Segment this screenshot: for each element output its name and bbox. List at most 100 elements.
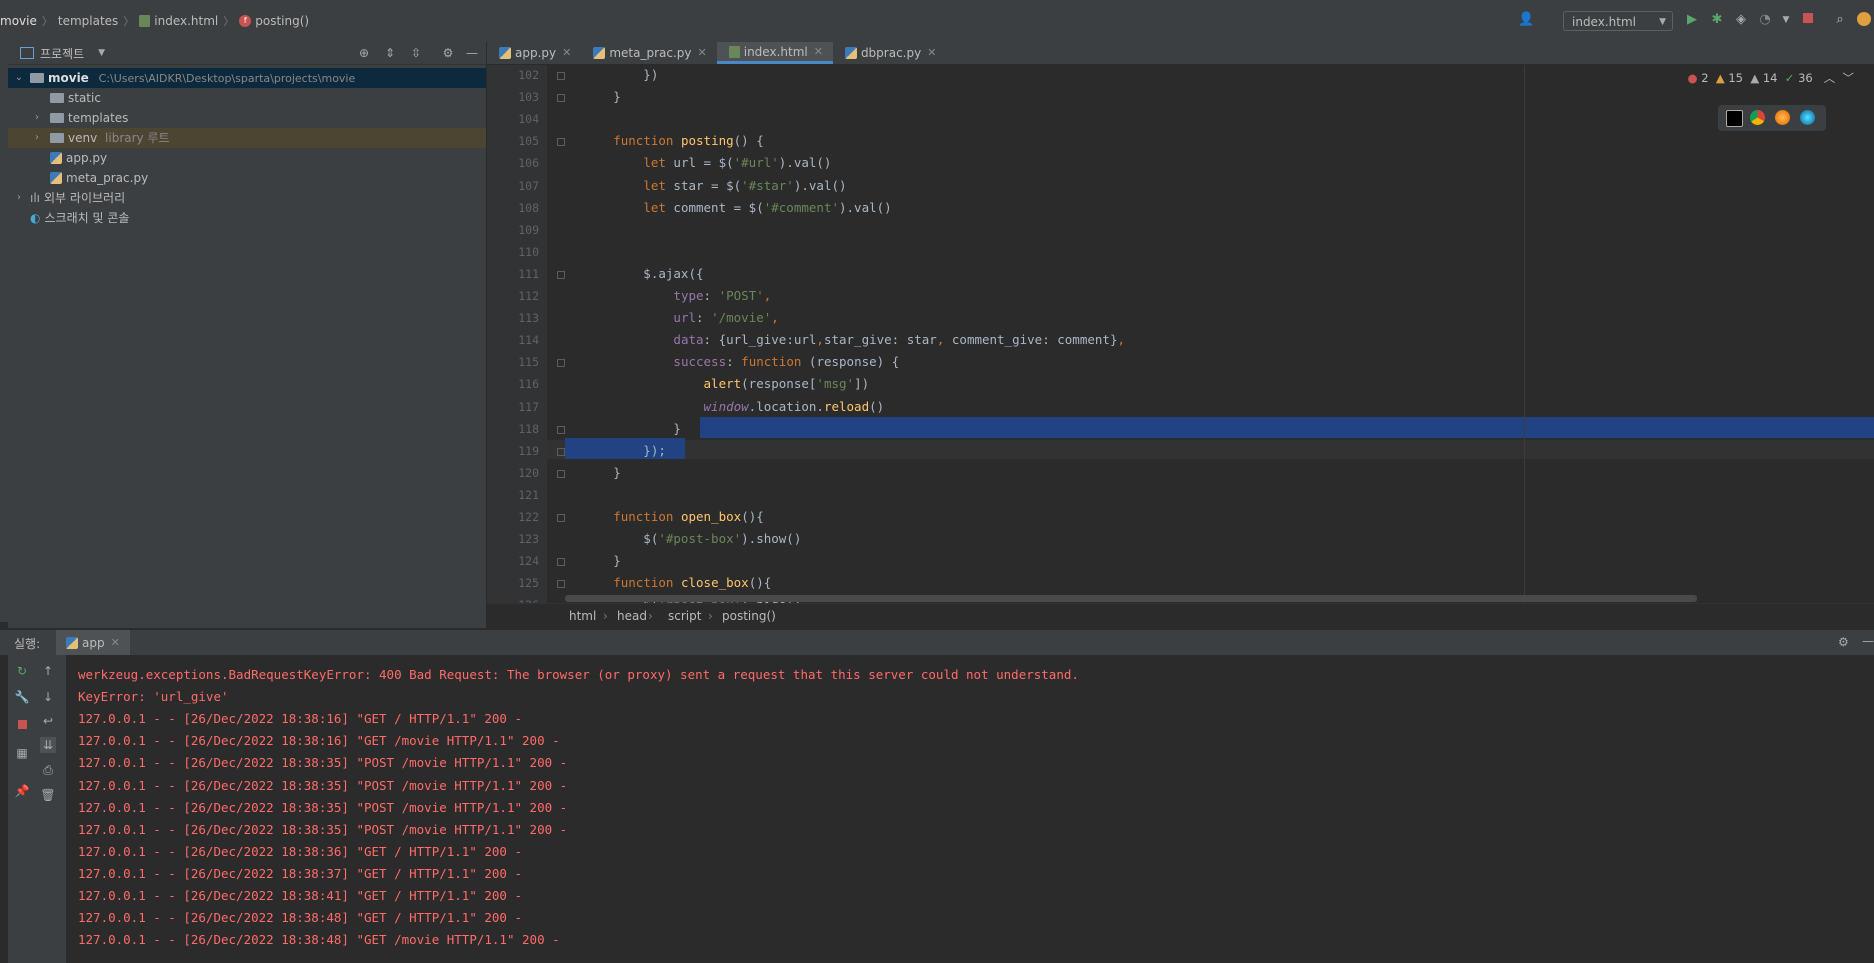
layout-icon[interactable]: ▦	[14, 745, 30, 761]
fold-marker-icon[interactable]	[557, 270, 565, 279]
breadcrumb-templates[interactable]: templates	[58, 14, 118, 28]
tree-item-venv[interactable]: › venv library 루트	[8, 128, 486, 148]
folder-icon	[50, 93, 64, 103]
fold-marker-icon[interactable]	[557, 447, 565, 456]
more-run-icon[interactable]: ▼	[1778, 12, 1794, 28]
fold-marker-icon[interactable]	[557, 425, 565, 434]
breadcrumb-index-html[interactable]: index.html	[154, 14, 218, 28]
crumb-head[interactable]: head	[617, 609, 647, 623]
collapse-all-icon[interactable]: ⇳	[408, 45, 424, 61]
chevron-right-icon[interactable]: ›	[31, 108, 43, 128]
tree-item-movie[interactable]: ⌄ movie C:\Users\AIDKR\Desktop\sparta\pr…	[8, 68, 486, 88]
crumb-script[interactable]: script	[668, 609, 701, 623]
chevron-down-icon[interactable]: ⌄	[13, 68, 25, 88]
run-icon[interactable]: ▶	[1684, 12, 1700, 28]
crumb-posting[interactable]: posting()	[722, 609, 776, 623]
close-icon[interactable]: ✕	[562, 42, 571, 64]
line-number: 114	[518, 333, 539, 348]
user-icon[interactable]: 👤	[1518, 12, 1534, 28]
fold-marker-icon[interactable]	[557, 514, 565, 522]
tree-item-meta-prac-py[interactable]: meta_prac.py	[8, 168, 486, 188]
debug-icon[interactable]: ✱	[1709, 12, 1725, 28]
chrome-icon[interactable]	[1750, 110, 1765, 125]
error-count: 2	[1701, 71, 1709, 85]
tab-app-py[interactable]: app.py ✕	[487, 42, 581, 64]
coverage-icon[interactable]: ◈	[1733, 12, 1749, 28]
locate-icon[interactable]: ⊕	[356, 45, 372, 61]
tree-item-external-libraries[interactable]: › ılı 외부 라이브러리	[8, 188, 486, 208]
pycharm-icon[interactable]	[1726, 110, 1743, 127]
minimize-icon[interactable]: —	[1862, 634, 1874, 648]
tab-index-html[interactable]: index.html ✕	[716, 41, 833, 64]
project-title[interactable]: 프로젝트	[40, 45, 84, 62]
profile-icon[interactable]: ◔	[1757, 12, 1773, 28]
chevron-down-icon[interactable]: ▼	[98, 48, 105, 58]
print-icon[interactable]: ⎙	[40, 762, 56, 778]
code-line: let comment = $('#comment').val()	[643, 199, 892, 215]
close-icon[interactable]: ✕	[814, 41, 823, 63]
chevron-up-icon[interactable]: ︿	[1824, 71, 1836, 85]
fold-marker-icon[interactable]	[557, 359, 565, 368]
tree-item-app-py[interactable]: app.py	[8, 148, 486, 168]
chevron-right-icon[interactable]: ›	[31, 128, 43, 148]
tree-item-scratches[interactable]: ◐ 스크래치 및 콘솔	[8, 208, 486, 228]
chevron-down-icon[interactable]: ﹀	[1843, 71, 1855, 85]
search-icon[interactable]: ⌕	[1832, 12, 1848, 28]
tree-item-static[interactable]: static	[8, 88, 486, 108]
fold-marker-icon[interactable]	[557, 72, 565, 80]
close-icon[interactable]: ✕	[111, 636, 120, 649]
fold-marker-icon[interactable]	[557, 94, 565, 103]
tab-dbprac-py[interactable]: dbprac.py ✕	[833, 42, 947, 64]
right-margin-guide	[1524, 65, 1525, 603]
breadcrumb-posting[interactable]: posting()	[255, 14, 309, 28]
close-icon[interactable]: ✕	[927, 42, 936, 64]
tree-item-templates[interactable]: › templates	[8, 108, 486, 128]
trash-icon[interactable]: 🗑	[40, 787, 56, 803]
expand-all-icon[interactable]: ⇕	[382, 45, 398, 61]
tree-item-label: venv	[68, 131, 98, 145]
fold-marker-icon[interactable]	[557, 558, 565, 567]
pin-icon[interactable]: 📌	[14, 783, 30, 799]
folder-icon	[50, 133, 64, 143]
horizontal-scrollbar[interactable]	[565, 595, 1697, 602]
selection-highlight	[700, 417, 1874, 438]
tab-label: meta_prac.py	[609, 46, 692, 60]
inspection-widget[interactable]: ● 2 ▲ 15 ▲ 14 ✓ 36 ︿ ﹀	[1688, 70, 1855, 86]
function-icon: f	[239, 15, 252, 27]
line-number: 122	[518, 510, 539, 524]
wrench-icon[interactable]: 🔧	[14, 689, 30, 705]
chevron-down-icon: ▼	[1659, 17, 1666, 27]
rerun-icon[interactable]: ↻	[14, 663, 30, 679]
fold-marker-icon[interactable]	[557, 580, 565, 589]
up-arrow-icon[interactable]: ↑	[40, 663, 56, 679]
run-config-select[interactable]: index.html ▼	[1563, 11, 1673, 31]
project-panel: 프로젝트 ▼ ⊕ ⇕ ⇳ ⚙ — ⌄ movie C:\Users\AIDKR\…	[8, 42, 487, 628]
breadcrumb-movie[interactable]: movie	[0, 14, 37, 28]
soft-wrap-icon[interactable]: ↩	[40, 713, 56, 729]
tab-meta-prac-py[interactable]: meta_prac.py ✕	[581, 42, 716, 64]
close-icon[interactable]: ✕	[698, 42, 707, 64]
python-file-icon	[593, 47, 606, 59]
code-editor[interactable]: }) } function posting() { let url = $('#…	[487, 65, 1874, 603]
console-line: 127.0.0.1 - - [26/Dec/2022 18:38:35] "PO…	[78, 821, 568, 837]
run-console[interactable]: werkzeug.exceptions.BadRequestKeyError: …	[66, 655, 1874, 963]
tree-item-label: 외부 라이브러리	[44, 191, 126, 205]
chevron-right-icon[interactable]: ›	[13, 188, 25, 208]
scroll-to-end-icon[interactable]: ⇊	[40, 737, 56, 753]
fold-marker-icon[interactable]	[557, 138, 565, 147]
line-number: 111	[518, 266, 539, 281]
stop-icon[interactable]	[14, 717, 30, 733]
edge-icon[interactable]	[1800, 110, 1815, 125]
python-file-icon	[66, 636, 78, 649]
firefox-icon[interactable]	[1775, 110, 1790, 125]
run-tab-app[interactable]: app ✕	[56, 630, 130, 655]
gear-icon[interactable]: ⚙	[1838, 635, 1849, 649]
minimize-icon[interactable]: —	[464, 45, 480, 61]
down-arrow-icon[interactable]: ↓	[40, 689, 56, 705]
fold-marker-icon[interactable]	[557, 469, 565, 478]
tree-item-label: movie	[48, 71, 89, 85]
gear-icon[interactable]: ⚙	[440, 45, 456, 61]
update-icon[interactable]	[1856, 12, 1872, 28]
stop-icon[interactable]	[1800, 12, 1816, 28]
crumb-html[interactable]: html	[569, 609, 596, 623]
